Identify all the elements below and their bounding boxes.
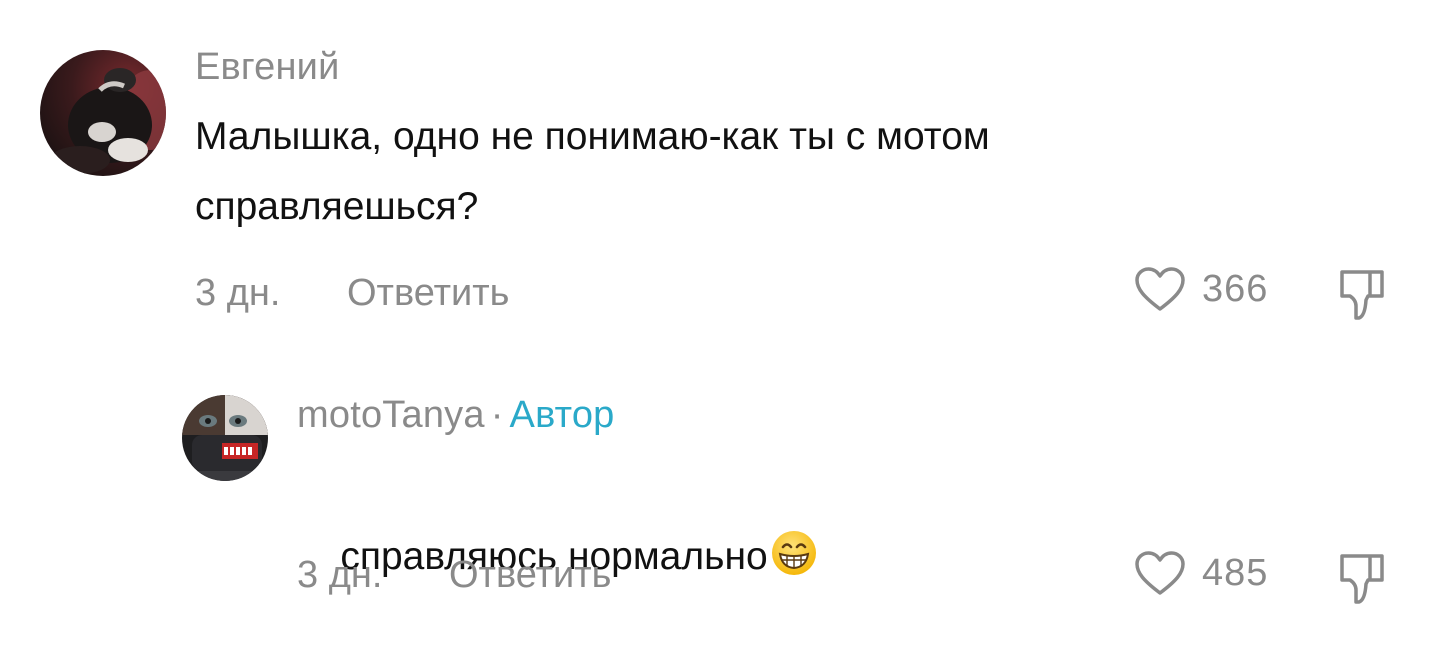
comment-author[interactable]: motoTanya bbox=[297, 394, 485, 436]
author-separator: · bbox=[490, 394, 504, 436]
like-count: 485 bbox=[1202, 551, 1269, 594]
comment-text: Малышка, одно не понимаю-как ты с мотом … bbox=[195, 115, 1001, 228]
cat-photo-avatar-icon bbox=[40, 50, 166, 176]
reply-comment-item: motoTanya · Автор справляюсь нормально 3 д… bbox=[0, 380, 1440, 643]
dislike-icon[interactable] bbox=[1336, 550, 1388, 606]
avatar[interactable] bbox=[40, 50, 166, 176]
author-badge: Автор bbox=[509, 394, 615, 436]
like-button[interactable]: 485 bbox=[1134, 550, 1268, 596]
reply-button[interactable]: Ответить bbox=[347, 272, 509, 315]
like-count: 366 bbox=[1202, 267, 1269, 310]
helmet-rider-avatar-icon bbox=[182, 395, 268, 481]
comment-author[interactable]: Евгений bbox=[195, 46, 340, 89]
like-button[interactable]: 366 bbox=[1134, 266, 1268, 312]
comment-time: 3 дн. bbox=[297, 554, 383, 596]
reply-button[interactable]: Ответить bbox=[449, 554, 611, 597]
grinning-face-emoji-icon bbox=[771, 531, 816, 575]
heart-icon bbox=[1135, 267, 1185, 311]
comment-time: 3 дн. bbox=[195, 272, 281, 314]
comment-item: Евгений Малышка, одно не понимаю-как ты … bbox=[0, 0, 1440, 340]
avatar[interactable] bbox=[182, 395, 268, 481]
heart-icon bbox=[1135, 551, 1185, 595]
dislike-icon[interactable] bbox=[1336, 266, 1388, 322]
comment-author-line: motoTanya · Автор bbox=[297, 394, 615, 437]
